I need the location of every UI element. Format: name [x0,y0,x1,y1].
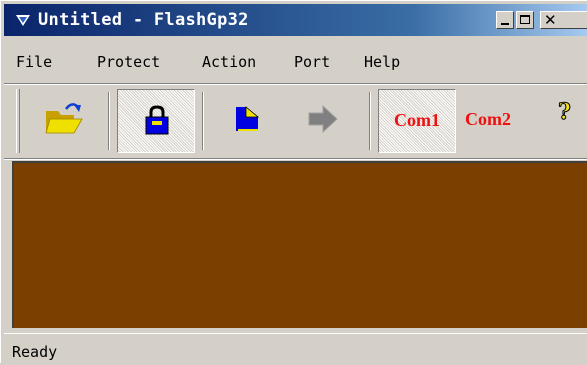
toolbar-grip[interactable] [16,89,20,153]
close-icon: ✕ [544,11,557,29]
lock-icon [145,105,169,135]
open-folder-icon [45,103,83,134]
toolbar-separator [108,92,110,150]
toolbar-separator [369,92,371,150]
toolbar: Com1 Com2 ? [4,86,587,158]
menu-port[interactable]: Port [294,53,330,71]
com1-label: Com1 [394,110,440,130]
menu-action[interactable]: Action [202,53,256,71]
action-button[interactable] [289,89,359,153]
menu-bar: File Protect Action Port Help [4,51,587,75]
help-icon: ? [558,99,572,126]
help-button[interactable]: ? [556,89,587,153]
read-button[interactable] [212,89,282,153]
app-window: Untitled - FlashGp32 ✕ File Protect Acti… [0,0,587,363]
com2-button[interactable]: Com2 [456,89,520,153]
maximize-button[interactable] [516,11,534,29]
minimize-icon [501,23,509,25]
menu-help[interactable]: Help [364,53,400,71]
open-button[interactable] [28,89,98,153]
title-bar[interactable]: Untitled - FlashGp32 ✕ [4,4,587,36]
toolbar-divider [4,83,587,85]
protect-button[interactable] [117,89,195,153]
maximize-icon [520,15,530,24]
status-text: Ready [12,343,58,361]
menu-protect[interactable]: Protect [97,53,160,71]
minimize-button[interactable] [496,11,514,29]
toolbar-separator [202,92,204,150]
arrow-right-icon [308,104,338,134]
status-bar: Ready [4,333,587,365]
close-button[interactable]: ✕ [540,11,587,29]
com1-button[interactable]: Com1 [378,89,456,153]
menu-file[interactable]: File [16,53,52,71]
main-view[interactable] [12,161,587,328]
com2-label: Com2 [465,109,511,129]
document-icon [236,106,260,131]
app-icon [16,15,30,26]
window-title: Untitled - FlashGp32 [38,10,249,30]
toolbar-divider [4,158,587,160]
